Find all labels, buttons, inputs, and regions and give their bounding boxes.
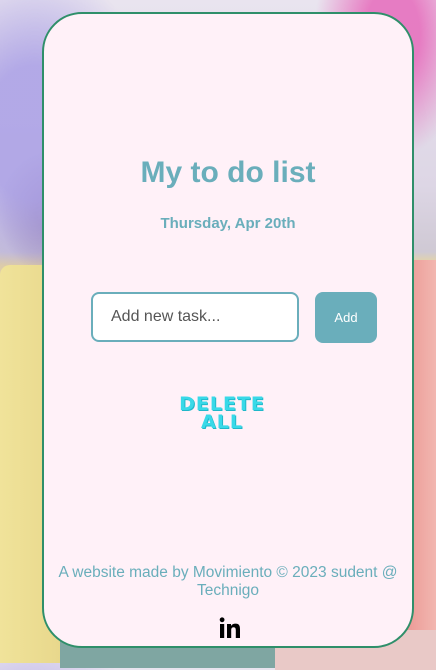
todo-card: My to do list Thursday, Apr 20th Add DEL… <box>42 12 414 648</box>
add-task-button[interactable]: Add <box>315 292 377 343</box>
linkedin-icon[interactable] <box>218 616 242 640</box>
current-date: Thursday, Apr 20th <box>160 215 296 232</box>
new-task-input[interactable] <box>91 292 299 342</box>
footer-credit: A website made by Movimiento © 2023 sude… <box>58 564 398 599</box>
delete-all-label-line2: ALL <box>201 411 243 433</box>
delete-all-button[interactable]: DELETE ALL <box>162 391 282 435</box>
page-title: My to do list <box>140 156 316 189</box>
